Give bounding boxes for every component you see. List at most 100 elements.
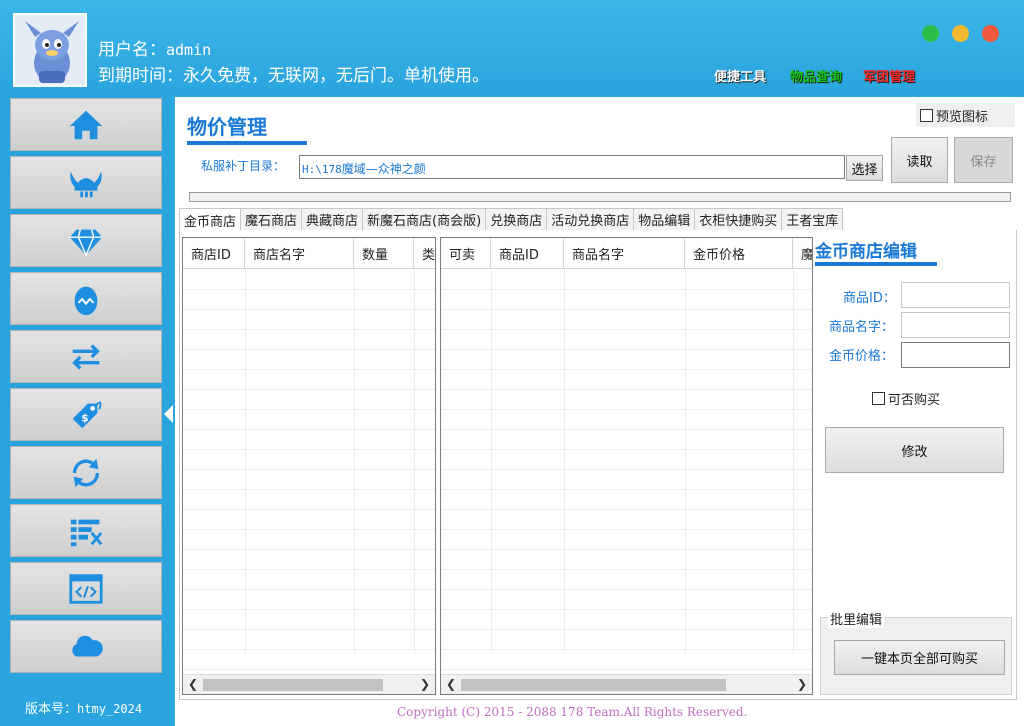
sidebar-item-diamond[interactable]: [10, 214, 162, 267]
checkbox-box[interactable]: [872, 392, 885, 405]
expiry-value: 永久免费，无联网，无后门。单机使用。: [183, 66, 489, 86]
path-prefix: H:\178: [302, 163, 342, 176]
shop-grid[interactable]: 商店ID 商店名字 数量 类 ❮ ❯: [182, 237, 436, 695]
read-button[interactable]: 读取: [891, 137, 948, 183]
sidebar-item-refresh[interactable]: [10, 446, 162, 499]
batch-edit-label: 批里编辑: [828, 609, 885, 628]
tab-item-edit[interactable]: 物品编辑: [634, 208, 696, 231]
scroll-left-icon[interactable]: ❮: [446, 677, 456, 691]
item-grid-hscroll[interactable]: ❮ ❯: [441, 674, 812, 694]
tab-collection-shop[interactable]: 典藏商店: [302, 208, 364, 231]
version-info: 版本号：htmy_2024: [25, 698, 142, 717]
edit-title-underline: [815, 262, 937, 266]
sidebar-item-cloud[interactable]: [10, 620, 162, 673]
code-window-icon: [69, 573, 103, 604]
grid-line: [245, 270, 246, 654]
scroll-left-icon[interactable]: ❮: [188, 677, 198, 691]
edit-panel-title: 金币商店编辑: [815, 242, 917, 262]
robot-mascot-icon: [15, 15, 85, 85]
copyright: Copyright (C) 2015 - 2088 178 Team.All R…: [397, 705, 748, 719]
sidebar: $: [0, 95, 172, 726]
grid-line: [414, 270, 415, 654]
scroll-thumb[interactable]: [203, 679, 383, 691]
minimize-button[interactable]: [922, 25, 939, 42]
sidebar-item-exchange[interactable]: [10, 330, 162, 383]
col-shop-id[interactable]: 商店ID: [183, 238, 245, 269]
scroll-right-icon[interactable]: ❯: [797, 677, 807, 691]
page-title: 物价管理: [187, 115, 267, 139]
sidebar-item-list[interactable]: [10, 504, 162, 557]
sidebar-item-helmet[interactable]: [10, 156, 162, 209]
header: 用户名：admin 到期时间：永久免费，无联网，无后门。单机使用。 便捷工具 物…: [0, 0, 1024, 95]
grid-line: [685, 270, 686, 654]
item-grid-header: 可卖 商品ID 商品名字 金币价格 魔: [441, 238, 812, 269]
gold-price-label: 金币价格：: [829, 349, 895, 364]
item-name-label: 商品名字：: [829, 320, 895, 335]
maximize-button[interactable]: [952, 25, 969, 42]
col-shop-name[interactable]: 商店名字: [245, 238, 354, 269]
item-name-input[interactable]: [901, 312, 1010, 338]
convenient-tools-link[interactable]: 便捷工具: [714, 66, 766, 85]
buyable-label: 可否购买: [888, 393, 941, 408]
price-tag-icon: $: [72, 401, 102, 428]
col-magic[interactable]: 魔: [793, 238, 812, 269]
version-value: htmy_2024: [77, 702, 143, 716]
sidebar-item-price-tag[interactable]: $: [10, 388, 162, 441]
svg-text:$: $: [81, 412, 88, 424]
col-quantity[interactable]: 数量: [354, 238, 414, 269]
col-item-id[interactable]: 商品ID: [491, 238, 564, 269]
shop-grid-body[interactable]: [183, 270, 435, 674]
gold-price-input[interactable]: [901, 342, 1010, 368]
avatar: [13, 13, 87, 87]
shop-grid-header: 商店ID 商店名字 数量 类: [183, 238, 435, 269]
sidebar-item-egg[interactable]: [10, 272, 162, 325]
preview-icon-checkbox[interactable]: 预览图标: [916, 103, 1015, 127]
expiry-line: 到期时间：永久免费，无联网，无后门。单机使用。: [98, 61, 489, 86]
col-item-name[interactable]: 商品名字: [564, 238, 685, 269]
modify-button[interactable]: 修改: [825, 427, 1004, 473]
save-button[interactable]: 保存: [954, 137, 1013, 183]
item-id-input[interactable]: [901, 282, 1010, 308]
item-grid-body[interactable]: [441, 270, 812, 674]
tab-wardrobe-quick-buy[interactable]: 衣柜快捷购买: [695, 208, 783, 231]
checkbox-box[interactable]: [920, 108, 933, 122]
version-label: 版本号：: [25, 702, 78, 717]
col-gold-price[interactable]: 金币价格: [685, 238, 793, 269]
title-underline: [187, 141, 307, 145]
shop-grid-hscroll[interactable]: ❮ ❯: [183, 674, 435, 694]
sidebar-item-code[interactable]: [10, 562, 162, 615]
home-icon: [69, 110, 103, 139]
tab-exchange-shop[interactable]: 兑换商店: [486, 208, 548, 231]
tab-magic-stone-shop[interactable]: 魔石商店: [241, 208, 303, 231]
expiry-label: 到期时间：: [98, 66, 183, 86]
tab-new-magic-stone-shop[interactable]: 新魔石商店(商会版): [363, 208, 487, 231]
scroll-thumb[interactable]: [461, 679, 726, 691]
scroll-right-icon[interactable]: ❯: [420, 677, 430, 691]
cloud-icon: [72, 635, 103, 656]
egg-icon: [74, 286, 98, 315]
tab-gold-shop[interactable]: 金币商店: [179, 208, 242, 232]
item-id-label: 商品ID：: [843, 291, 896, 306]
main-panel: 物价管理 预览图标 私服补丁目录： H:\178魔域—众神之颜 选择 读取 保存…: [175, 97, 1024, 726]
item-grid[interactable]: 可卖 商品ID 商品名字 金币价格 魔 ❮ ❯: [440, 237, 813, 695]
sidebar-item-home[interactable]: [10, 98, 162, 151]
legion-management-link[interactable]: 军团管理: [863, 66, 915, 85]
select-button[interactable]: 选择: [846, 155, 883, 181]
preview-icon-label: 预览图标: [936, 109, 989, 125]
close-button[interactable]: [982, 25, 999, 42]
col-type[interactable]: 类: [414, 238, 435, 269]
progress-bar: [189, 192, 1011, 202]
patch-dir-input[interactable]: H:\178魔域—众神之颜: [299, 155, 845, 179]
refresh-icon: [72, 458, 100, 487]
col-sellable[interactable]: 可卖: [441, 238, 491, 269]
make-all-buyable-button[interactable]: 一键本页全部可购买: [834, 640, 1005, 675]
diamond-icon: [69, 228, 103, 257]
active-pointer: [164, 405, 173, 423]
item-query-link[interactable]: 物品查询: [790, 66, 842, 85]
tab-king-treasury[interactable]: 王者宝库: [782, 208, 844, 231]
grid-line: [491, 270, 492, 654]
buyable-checkbox[interactable]: 可否购买: [872, 389, 940, 408]
grid-line: [564, 270, 565, 654]
shop-tabs: 金币商店 魔石商店 典藏商店 新魔石商店(商会版) 兑换商店 活动兑换商店 物品…: [179, 208, 844, 232]
tab-event-exchange-shop[interactable]: 活动兑换商店: [547, 208, 635, 231]
